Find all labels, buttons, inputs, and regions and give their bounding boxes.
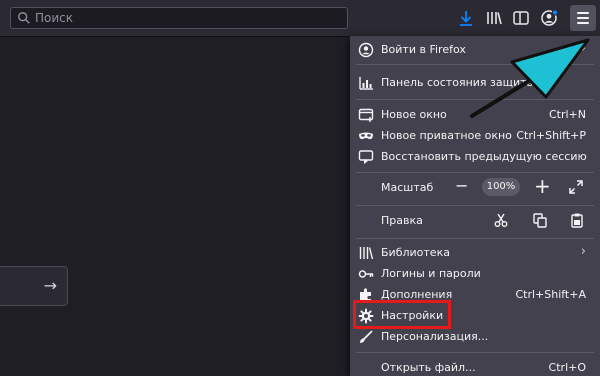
- chevron-right-icon: ›: [580, 41, 586, 56]
- menu-item-sign-in[interactable]: Войти в Firefox ›: [350, 39, 600, 61]
- chevron-right-icon: ›: [580, 244, 586, 259]
- menu-item-label: Новое приватное окно: [381, 129, 512, 142]
- paintbrush-icon: [360, 330, 373, 343]
- private-mask-icon: [359, 132, 373, 140]
- menu-item-label: Новое окно: [381, 108, 447, 121]
- fullscreen-icon[interactable]: [569, 180, 583, 194]
- menu-item-label: Логины и пароли: [381, 267, 481, 280]
- restore-session-icon: [358, 150, 374, 164]
- account-icon[interactable]: [540, 9, 558, 27]
- menu-item-library[interactable]: Библиотека ›: [350, 242, 600, 264]
- menu-item-shortcut: Ctrl+Shift+P: [516, 129, 586, 142]
- menu-item-label: Панель состояния защиты: [381, 76, 536, 89]
- hamburger-menu-button[interactable]: [570, 5, 596, 31]
- menu-separator: [356, 238, 594, 239]
- sidebar-icon[interactable]: [512, 9, 530, 27]
- menu-item-logins[interactable]: Логины и пароли: [350, 263, 600, 285]
- menu-separator: [356, 205, 594, 206]
- menu-item-protections[interactable]: Панель состояния защиты: [350, 72, 600, 94]
- menu-item-label: Персонализация...: [381, 330, 489, 343]
- search-input[interactable]: [35, 9, 335, 27]
- download-icon[interactable]: [457, 9, 475, 27]
- dashboard-chart-icon: [359, 77, 373, 90]
- menu-item-zoom: Масштаб − 100% +: [350, 174, 600, 199]
- page-input-field[interactable]: →: [0, 266, 68, 306]
- cut-scissors-icon[interactable]: [493, 212, 509, 228]
- new-window-icon: [358, 108, 374, 122]
- library-icon: [359, 247, 374, 260]
- menu-separator: [356, 352, 594, 353]
- key-icon: [358, 270, 374, 278]
- menu-item-customize[interactable]: Персонализация...: [350, 326, 600, 348]
- menu-item-shortcut: Ctrl+N: [548, 108, 586, 121]
- zoom-out-button[interactable]: −: [455, 176, 468, 196]
- settings-highlight-box: [353, 300, 451, 329]
- zoom-reset-button[interactable]: 100%: [482, 178, 520, 196]
- paste-clipboard-icon[interactable]: [569, 212, 585, 228]
- menu-item-open-file[interactable]: Открыть файл... Ctrl+O: [350, 357, 600, 376]
- menu-item-label: Правка: [381, 214, 423, 227]
- menu-item-private-window[interactable]: Новое приватное окно Ctrl+Shift+P: [350, 125, 600, 147]
- copy-icon[interactable]: [532, 212, 548, 228]
- menu-separator: [356, 99, 594, 100]
- menu-item-restore-session[interactable]: Восстановить предыдущую сессию: [350, 146, 600, 168]
- menu-separator: [356, 172, 594, 173]
- menu-item-label: Войти в Firefox: [381, 43, 466, 56]
- zoom-in-button[interactable]: +: [534, 174, 551, 198]
- menu-item-label: Открыть файл...: [381, 361, 476, 374]
- browser-toolbar: [0, 0, 600, 37]
- search-box[interactable]: [10, 7, 348, 29]
- menu-item-edit: Правка: [350, 210, 600, 232]
- menu-item-shortcut: Ctrl+O: [548, 361, 586, 374]
- menu-item-label: Масштаб: [381, 181, 434, 194]
- menu-item-label: Восстановить предыдущую сессию: [381, 150, 587, 163]
- menu-separator: [356, 64, 594, 65]
- search-icon: [18, 12, 30, 24]
- menu-item-shortcut: Ctrl+Shift+A: [515, 288, 586, 301]
- hamburger-menu-icon: [577, 12, 589, 14]
- library-icon[interactable]: [485, 9, 503, 27]
- menu-item-label: Библиотека: [381, 246, 450, 259]
- account-icon: [358, 42, 374, 58]
- go-arrow-icon[interactable]: →: [44, 277, 57, 295]
- menu-item-new-window[interactable]: Новое окно Ctrl+N: [350, 104, 600, 126]
